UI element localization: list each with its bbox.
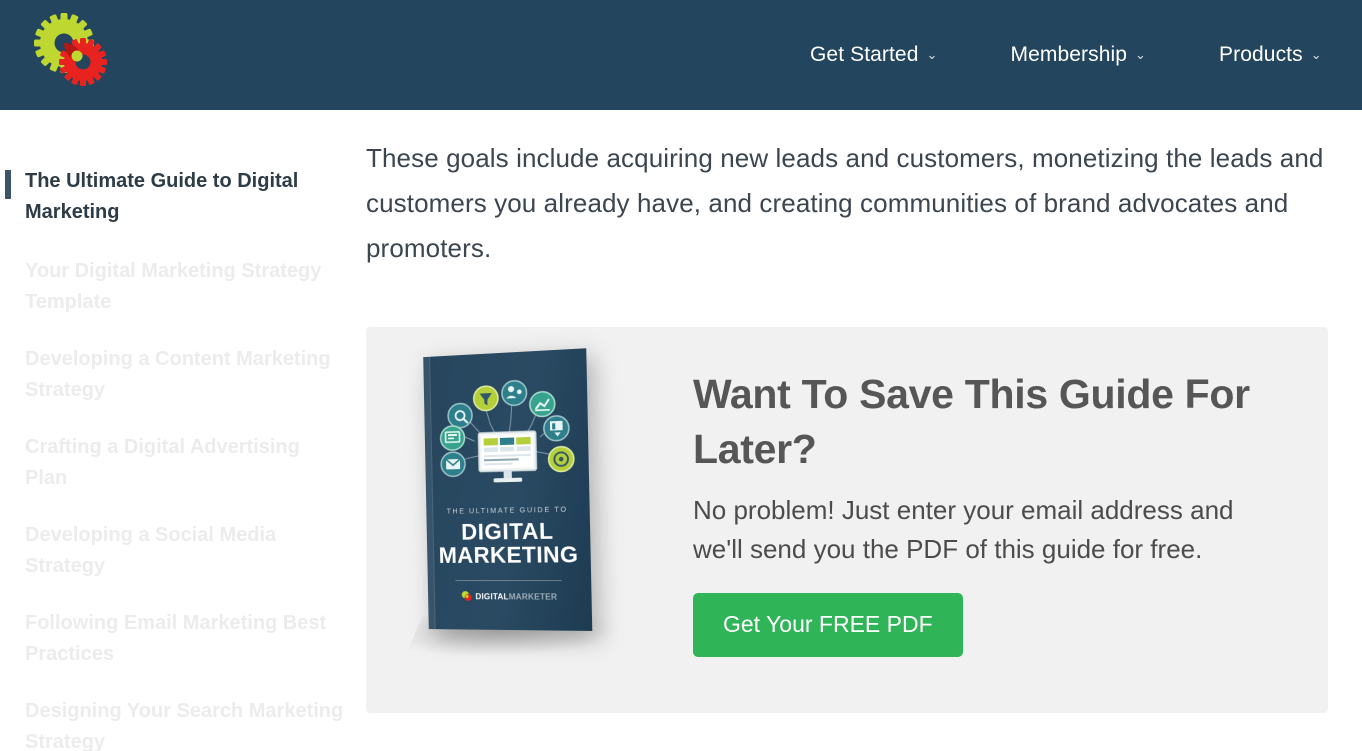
sidebar-item-search-marketing[interactable]: Designing Your Search Marketing Strategy (0, 696, 360, 751)
digitalmarketer-gears-logo[interactable] (28, 10, 120, 100)
book-kicker: THE ULTIMATE GUIDE TO (446, 506, 568, 516)
sidebar-item-label: Developing a Social Media Strategy (25, 524, 277, 577)
cta-copy-block: Want To Save This Guide For Later? No pr… (693, 367, 1283, 657)
table-of-contents-sidebar: The Ultimate Guide to Digital Marketing … (0, 110, 360, 751)
book-brand-logo: DIGITALMARKETER (428, 590, 592, 603)
active-indicator-bar (5, 170, 11, 199)
icon-funnel-circle (473, 386, 498, 411)
lead-paragraph: These goals include acquiring new leads … (366, 143, 1324, 263)
chevron-down-icon: ⌄ (1310, 47, 1322, 62)
sidebar-item-label: Designing Your Search Marketing Strategy (25, 700, 344, 751)
brand-name: DIGITALMARKETER (475, 591, 558, 602)
icon-gear-circle (448, 403, 472, 428)
icon-presenter-circle (544, 415, 570, 441)
icon-people-circle (502, 380, 527, 406)
chevron-down-icon: ⌄ (1135, 47, 1147, 62)
site-header: Get Started ⌄ Membership ⌄ Products ⌄ Bl… (0, 0, 1362, 110)
book-divider (455, 579, 562, 582)
sidebar-item-content-marketing[interactable]: Developing a Content Marketing Strategy (0, 344, 360, 406)
main-content: These goals include acquiring new leads … (366, 110, 1362, 751)
icon-chart-circle (530, 391, 555, 417)
book-title-line-2: MARKETING (438, 541, 579, 568)
sidebar-item-social-media[interactable]: Developing a Social Media Strategy (0, 520, 360, 582)
cta-subtitle: No problem! Just enter your email addres… (693, 495, 1234, 564)
icon-envelope-circle (441, 452, 465, 477)
nav-item-products[interactable]: Products ⌄ (1219, 43, 1359, 67)
sidebar-item-label: Following Email Marketing Best Practices (25, 612, 327, 665)
sidebar-item-label: Crafting a Digital Advertising Plan (25, 436, 300, 489)
nav-item-label: Membership (1010, 43, 1128, 66)
ebook-cover: THE ULTIMATE GUIDE TO DIGITAL MARKETING … (423, 348, 593, 631)
sidebar-item-label: The Ultimate Guide to Digital Marketing (25, 170, 299, 223)
book-title-line-1: DIGITAL (460, 518, 554, 545)
nav-item-label: Get Started (810, 43, 919, 66)
sidebar-item-label: Developing a Content Marketing Strategy (25, 348, 331, 401)
cta-title: Want To Save This Guide For Later? (693, 371, 1250, 472)
marketing-icon-cluster-illustration (433, 367, 580, 483)
save-guide-cta-box: THE ULTIMATE GUIDE TO DIGITAL MARKETING … (366, 327, 1328, 713)
sidebar-item-label: Your Digital Marketing Strategy Template (25, 260, 322, 313)
nav-item-label: Products (1219, 43, 1303, 66)
icon-monitor-small-circle (440, 426, 464, 451)
gears-logo-icon (461, 591, 472, 601)
nav-item-membership[interactable]: Membership ⌄ (1011, 43, 1184, 67)
chevron-down-icon: ⌄ (926, 47, 938, 62)
get-free-pdf-button[interactable]: Get Your FREE PDF (693, 593, 963, 657)
monitor-illustration (478, 431, 536, 483)
sidebar-item-strategy-template[interactable]: Your Digital Marketing Strategy Template (0, 256, 360, 318)
sidebar-item-digital-advertising[interactable]: Crafting a Digital Advertising Plan (0, 432, 360, 494)
sidebar-item-ultimate-guide[interactable]: The Ultimate Guide to Digital Marketing (0, 166, 360, 228)
ebook-cover-image: THE ULTIMATE GUIDE TO DIGITAL MARKETING … (405, 348, 666, 677)
sidebar-item-email-marketing[interactable]: Following Email Marketing Best Practices (0, 608, 360, 670)
nav-item-get-started[interactable]: Get Started ⌄ (810, 43, 975, 67)
icon-target-circle (548, 446, 574, 471)
main-navigation[interactable]: Get Started ⌄ Membership ⌄ Products ⌄ Bl… (810, 0, 1362, 110)
book-cover-text: THE ULTIMATE GUIDE TO DIGITAL MARKETING … (426, 506, 591, 603)
gears-logo-icon (34, 13, 107, 86)
